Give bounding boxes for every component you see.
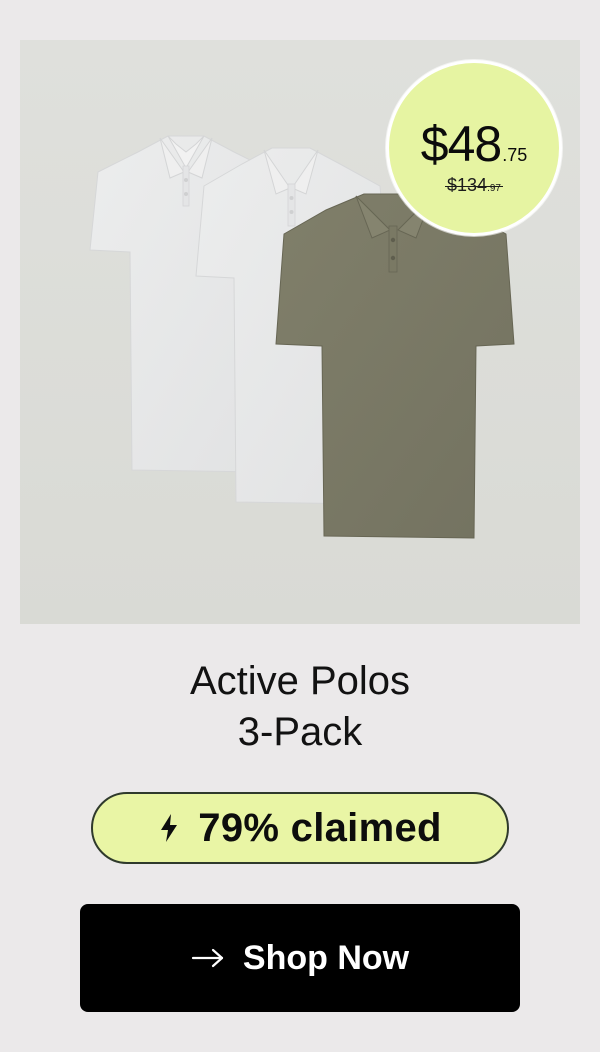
current-price: $48.75 <box>389 115 559 173</box>
original-price-strikethrough: $134.97 <box>445 175 503 196</box>
product-title-line1: Active Polos <box>189 659 411 703</box>
arrow-right-icon <box>191 948 223 968</box>
product-title-line2: 3-Pack <box>237 710 363 754</box>
claimed-label: 79% claimed <box>198 805 442 850</box>
current-price-cents: .75 <box>502 145 528 165</box>
shop-now-button[interactable]: Shop Now <box>80 904 520 1012</box>
claimed-badge: 79% claimed <box>91 792 509 864</box>
original-price-cents: .97 <box>487 183 501 194</box>
lightning-bolt-icon <box>161 814 178 842</box>
shop-now-label: Shop Now <box>242 938 410 977</box>
original-price-dollars: $134 <box>447 175 488 195</box>
promo-card: $48.75 $134.97 Active Polos 3-Pack 79% c… <box>0 0 600 1052</box>
price-badge: $48.75 $134.97 <box>386 60 562 236</box>
product-title: Active Polos 3-Pack <box>0 656 600 758</box>
original-price: $134.97 <box>389 175 559 196</box>
current-price-dollars: $48 <box>420 116 502 172</box>
